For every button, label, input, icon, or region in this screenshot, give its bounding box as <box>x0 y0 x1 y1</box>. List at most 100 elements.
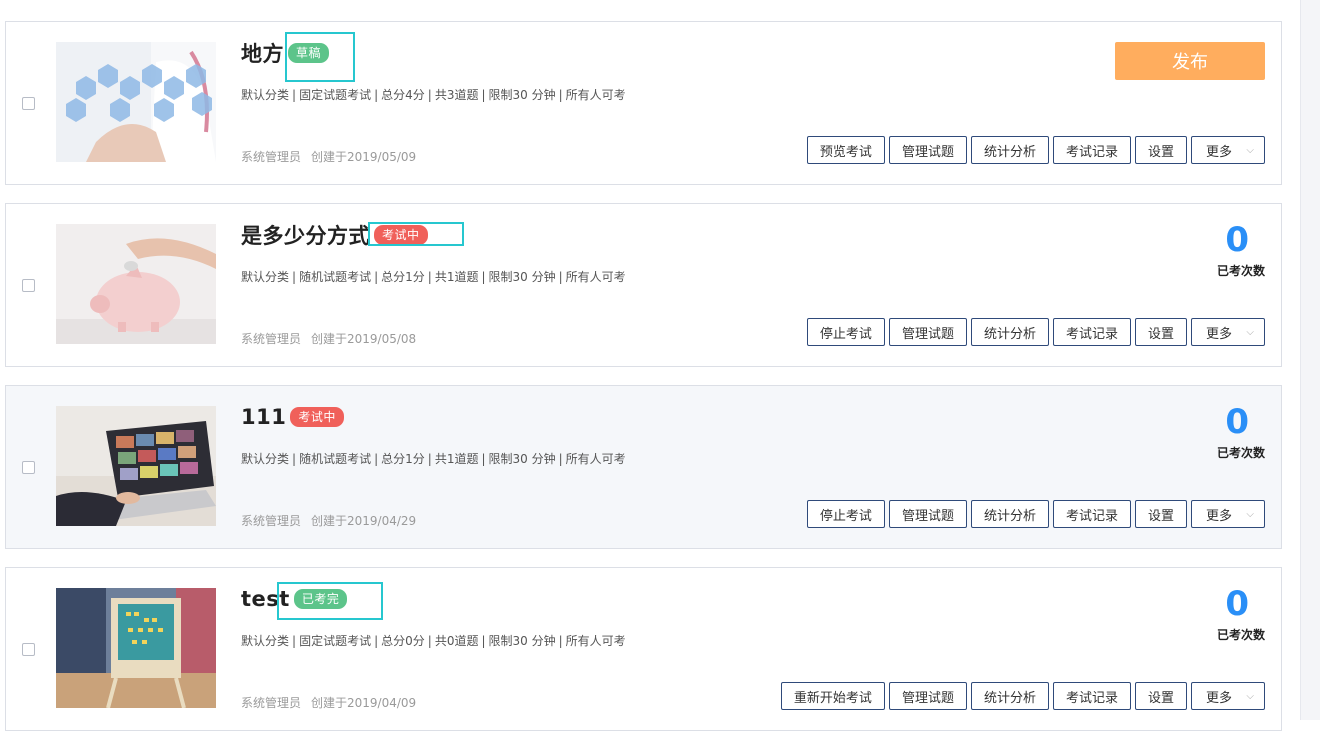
exam-meta: 默认分类 | 随机试题考试 | 总分1分 | 共1道题 | 限制30 分钟 | 所有人可考 <box>241 452 626 466</box>
exam-records-button[interactable]: 考试记录 <box>1052 500 1131 528</box>
meta-type: 固定试题考试 <box>299 88 372 102</box>
chevron-down-icon: ⌵ <box>1246 508 1254 520</box>
meta-question-count: 共3道题 <box>434 88 479 102</box>
meta-access: 所有人可考 <box>565 88 626 102</box>
exam-title-row: 地方 草稿 <box>241 38 330 68</box>
settings-button[interactable]: 设置 <box>1134 682 1187 710</box>
stop-exam-button[interactable]: 停止考试 <box>806 500 885 528</box>
attempt-count: 0 已考次数 <box>1145 218 1265 279</box>
action-buttons: 预览考试 管理试题 统计分析 考试记录 设置 更多 ⌵ <box>806 136 1265 164</box>
exam-title[interactable]: 是多少分方式 <box>241 220 370 250</box>
creator: 系统管理员 <box>241 332 302 346</box>
meta-type: 随机试题考试 <box>299 270 372 284</box>
chevron-down-icon: ⌵ <box>1246 326 1254 338</box>
exam-thumbnail-medical <box>56 42 216 162</box>
manage-questions-button[interactable]: 管理试题 <box>888 682 967 710</box>
manage-questions-button[interactable]: 管理试题 <box>888 136 967 164</box>
select-checkbox[interactable] <box>22 643 35 656</box>
more-dropdown[interactable]: 更多 ⌵ <box>1191 136 1265 164</box>
settings-button[interactable]: 设置 <box>1134 136 1187 164</box>
meta-type: 固定试题考试 <box>299 634 372 648</box>
statistics-button[interactable]: 统计分析 <box>970 136 1049 164</box>
status-badge: 考试中 <box>374 225 428 245</box>
attempt-count-value: 0 <box>1225 584 1249 624</box>
more-dropdown[interactable]: 更多 ⌵ <box>1191 500 1265 528</box>
statistics-button[interactable]: 统计分析 <box>970 318 1049 346</box>
right-scrollbar-track[interactable] <box>1300 0 1320 720</box>
statistics-button[interactable]: 统计分析 <box>970 682 1049 710</box>
meta-score: 总分1分 <box>381 270 425 284</box>
meta-score: 总分1分 <box>381 452 425 466</box>
more-label: 更多 <box>1206 144 1233 160</box>
action-buttons: 停止考试 管理试题 统计分析 考试记录 设置 更多 ⌵ <box>806 318 1265 346</box>
preview-exam-button[interactable]: 预览考试 <box>806 136 885 164</box>
exam-records-button[interactable]: 考试记录 <box>1052 682 1131 710</box>
creator: 系统管理员 <box>241 514 302 528</box>
meta-score: 总分4分 <box>381 88 425 102</box>
created-date: 创建于2019/04/09 <box>311 696 417 710</box>
meta-category: 默认分类 <box>241 634 290 648</box>
meta-category: 默认分类 <box>241 88 290 102</box>
manage-questions-button[interactable]: 管理试题 <box>888 500 967 528</box>
exam-records-button[interactable]: 考试记录 <box>1052 136 1131 164</box>
meta-question-count: 共1道题 <box>434 452 479 466</box>
status-badge: 草稿 <box>288 43 330 63</box>
meta-type: 随机试题考试 <box>299 452 372 466</box>
meta-access: 所有人可考 <box>565 634 626 648</box>
action-buttons: 重新开始考试 管理试题 统计分析 考试记录 设置 更多 ⌵ <box>780 682 1265 710</box>
meta-time-limit: 限制30 分钟 <box>488 452 556 466</box>
action-buttons: 停止考试 管理试题 统计分析 考试记录 设置 更多 ⌵ <box>806 500 1265 528</box>
created-date: 创建于2019/04/29 <box>311 514 417 528</box>
exam-title[interactable]: test <box>241 587 290 611</box>
more-label: 更多 <box>1206 508 1233 524</box>
creator: 系统管理员 <box>241 150 302 164</box>
meta-access: 所有人可考 <box>565 452 626 466</box>
exam-footer: 系统管理员 创建于2019/05/08 <box>241 330 416 347</box>
restart-exam-button[interactable]: 重新开始考试 <box>780 682 885 710</box>
attempt-count: 0 已考次数 <box>1145 400 1265 461</box>
select-checkbox[interactable] <box>22 97 35 110</box>
meta-question-count: 共0道题 <box>434 634 479 648</box>
exam-card: 是多少分方式 考试中 默认分类 | 随机试题考试 | 总分1分 | 共1道题 | 限制30 分钟… <box>5 203 1282 367</box>
exam-thumbnail-laptop <box>56 406 216 526</box>
exam-footer: 系统管理员 创建于2019/04/29 <box>241 512 416 529</box>
more-label: 更多 <box>1206 326 1233 342</box>
meta-time-limit: 限制30 分钟 <box>488 88 556 102</box>
select-checkbox[interactable] <box>22 461 35 474</box>
exam-records-button[interactable]: 考试记录 <box>1052 318 1131 346</box>
exam-title[interactable]: 地方 <box>241 38 284 68</box>
more-label: 更多 <box>1206 690 1233 706</box>
attempt-count-label: 已考次数 <box>1216 446 1265 460</box>
exam-footer: 系统管理员 创建于2019/05/09 <box>241 148 416 165</box>
select-checkbox[interactable] <box>22 279 35 292</box>
status-badge: 已考完 <box>293 589 348 609</box>
exam-title[interactable]: 111 <box>241 405 286 429</box>
statistics-button[interactable]: 统计分析 <box>970 500 1049 528</box>
meta-question-count: 共1道题 <box>434 270 479 284</box>
publish-button[interactable]: 发布 <box>1115 42 1265 80</box>
creator: 系统管理员 <box>241 696 302 710</box>
exam-thumbnail-piggy-bank <box>56 224 216 344</box>
attempt-count-value: 0 <box>1225 220 1249 260</box>
more-dropdown[interactable]: 更多 ⌵ <box>1191 318 1265 346</box>
settings-button[interactable]: 设置 <box>1134 500 1187 528</box>
more-dropdown[interactable]: 更多 ⌵ <box>1191 682 1265 710</box>
settings-button[interactable]: 设置 <box>1134 318 1187 346</box>
exam-meta: 默认分类 | 固定试题考试 | 总分0分 | 共0道题 | 限制30 分钟 | 所有人可考 <box>241 634 626 648</box>
chevron-down-icon: ⌵ <box>1246 690 1254 702</box>
exam-card: 地方 草稿 默认分类 | 固定试题考试 | 总分4分 | 共3道题 | 限制30 分钟 | 所有人可… <box>5 21 1282 185</box>
meta-score: 总分0分 <box>381 634 425 648</box>
created-date: 创建于2019/05/09 <box>311 150 417 164</box>
meta-access: 所有人可考 <box>565 270 626 284</box>
exam-title-row: 111 考试中 <box>241 402 344 432</box>
stop-exam-button[interactable]: 停止考试 <box>806 318 885 346</box>
manage-questions-button[interactable]: 管理试题 <box>888 318 967 346</box>
meta-category: 默认分类 <box>241 270 290 284</box>
attempt-count-label: 已考次数 <box>1216 628 1265 642</box>
exam-card: test 已考完 默认分类 | 固定试题考试 | 总分0分 | 共0道题 | 限制30 分钟 | 所… <box>5 567 1282 731</box>
attempt-count-value: 0 <box>1225 402 1249 442</box>
exam-meta: 默认分类 | 随机试题考试 | 总分1分 | 共1道题 | 限制30 分钟 | 所有人可考 <box>241 270 626 284</box>
exam-footer: 系统管理员 创建于2019/04/09 <box>241 694 416 711</box>
exam-thumbnail-easel <box>56 588 216 708</box>
attempt-count-label: 已考次数 <box>1216 264 1265 278</box>
